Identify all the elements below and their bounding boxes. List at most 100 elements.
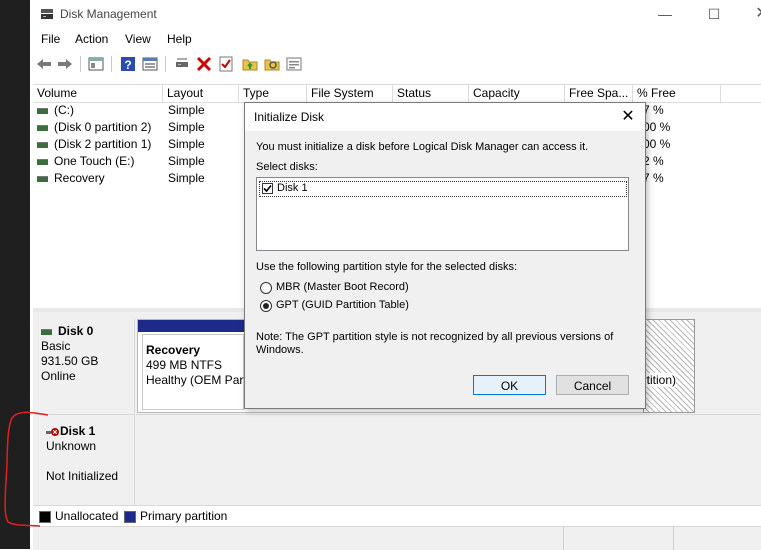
properties-icon[interactable] <box>141 55 159 73</box>
column-type[interactable]: Type <box>239 85 307 102</box>
console-tree-icon[interactable] <box>87 55 105 73</box>
red-annotation-bracket <box>4 411 49 527</box>
primary-partition-swatch <box>124 511 136 523</box>
disk-0-name: Disk 0 <box>58 324 94 338</box>
legend: Unallocated Primary partition <box>33 505 761 526</box>
volume-percent-free: 7 % <box>643 171 664 185</box>
svg-text:?: ? <box>124 58 131 72</box>
mbr-label: MBR (Master Boot Record) <box>276 281 409 293</box>
volume-percent-free: 7 % <box>643 103 664 117</box>
column-free-space[interactable]: Free Spa... <box>565 85 633 102</box>
forward-arrow-icon[interactable] <box>56 55 74 73</box>
checkmark-icon <box>263 184 272 193</box>
column-status[interactable]: Status <box>393 85 469 102</box>
title-bar[interactable]: Disk Management — ☐ ✕ <box>31 0 761 28</box>
disk-0-state: Online <box>41 369 76 383</box>
volume-list-header: Volume Layout Type File System Status Ca… <box>33 84 761 103</box>
back-arrow-icon[interactable] <box>35 55 53 73</box>
disk-0-header[interactable]: Disk 0 Basic 931.50 GB Online <box>35 319 135 413</box>
gpt-note-line2: Windows. <box>256 344 304 356</box>
column-volume[interactable]: Volume <box>33 85 163 102</box>
menu-file[interactable]: File <box>41 32 60 46</box>
menu-action[interactable]: Action <box>75 32 108 46</box>
disk-1-area <box>136 414 761 505</box>
mbr-radio[interactable] <box>260 282 272 294</box>
partition-size: 499 MB NTFS <box>146 358 223 372</box>
disk-1-checkbox[interactable] <box>262 183 273 194</box>
open-folder-icon[interactable] <box>241 55 259 73</box>
delete-icon[interactable] <box>195 55 213 73</box>
column-percent-free[interactable]: % Free <box>633 85 721 102</box>
volume-layout: Simple <box>168 120 205 134</box>
disk-management-window: Disk Management — ☐ ✕ File Action View H… <box>31 0 761 550</box>
initialize-disk-dialog: Initialize Disk ✕ You must initialize a … <box>244 102 646 409</box>
disk-0-size: 931.50 GB <box>41 354 99 368</box>
disk-0-type: Basic <box>41 339 71 353</box>
menu-view[interactable]: View <box>125 32 151 46</box>
legend-unallocated: Unallocated <box>55 509 119 523</box>
disks-listbox[interactable]: Disk 1 <box>256 177 629 251</box>
dialog-message: You must initialize a disk before Logica… <box>256 141 589 153</box>
volume-icon <box>37 175 48 182</box>
volume-layout: Simple <box>168 103 205 117</box>
gpt-note-line1: Note: The GPT partition style is not rec… <box>256 331 614 343</box>
column-file-system[interactable]: File System <box>307 85 393 102</box>
volume-name: (Disk 0 partition 2) <box>54 120 152 134</box>
volume-layout: Simple <box>168 171 205 185</box>
table-row[interactable]: One Touch (E:) <box>37 154 134 171</box>
menu-help[interactable]: Help <box>167 32 192 46</box>
dialog-close-button[interactable]: ✕ <box>618 107 638 127</box>
search-folder-icon[interactable] <box>263 55 281 73</box>
status-separator <box>563 527 564 550</box>
disk-icon <box>41 328 52 335</box>
minimize-button[interactable]: — <box>653 4 677 24</box>
volume-icon <box>37 158 48 165</box>
partition-name: Recovery <box>146 343 201 357</box>
window-title: Disk Management <box>60 7 157 21</box>
dialog-title-bar[interactable]: Initialize Disk ✕ <box>245 103 645 131</box>
status-separator <box>673 527 674 550</box>
toolbar-separator <box>165 56 166 72</box>
volume-icon <box>37 141 48 148</box>
table-row[interactable]: Recovery <box>37 171 105 188</box>
gpt-label: GPT (GUID Partition Table) <box>276 299 409 311</box>
cancel-button[interactable]: Cancel <box>556 375 629 395</box>
select-disks-label: Select disks: <box>256 161 318 173</box>
volume-name: (Disk 2 partition 1) <box>54 137 152 151</box>
volume-icon <box>37 124 48 131</box>
volume-percent-free: 2 % <box>643 154 664 168</box>
maximize-button[interactable]: ☐ <box>702 4 726 24</box>
column-capacity[interactable]: Capacity <box>469 85 565 102</box>
disk-item-label: Disk 1 <box>277 182 308 194</box>
disk-management-app-icon <box>41 9 53 19</box>
volume-percent-free: 00 % <box>643 137 671 151</box>
volume-layout: Simple <box>168 154 205 168</box>
check-properties-icon[interactable] <box>217 55 235 73</box>
table-row[interactable]: (C:) <box>37 103 74 120</box>
volume-name: Recovery <box>54 171 105 185</box>
dialog-title: Initialize Disk <box>254 110 325 124</box>
column-layout[interactable]: Layout <box>163 85 239 102</box>
volume-icon <box>37 107 48 114</box>
toolbar: ? <box>31 52 761 76</box>
volume-name: One Touch (E:) <box>54 154 135 168</box>
radio-selected-dot <box>263 303 269 309</box>
close-button[interactable]: ✕ <box>750 4 761 24</box>
table-row[interactable]: (Disk 0 partition 2) <box>37 120 151 137</box>
list-view-icon[interactable] <box>285 55 303 73</box>
partition-hatched-selected[interactable]: artition) <box>636 319 695 413</box>
toolbar-separator <box>80 56 81 72</box>
gpt-radio[interactable] <box>260 300 272 312</box>
disk-list-item[interactable]: Disk 1 <box>259 181 627 197</box>
status-bar <box>33 526 761 550</box>
disk-1-name: Disk 1 <box>60 424 96 438</box>
partition-status: Healthy (OEM Parti <box>146 373 250 387</box>
partition-style-label: Use the following partition style for th… <box>256 261 518 273</box>
help-icon[interactable]: ? <box>119 55 137 73</box>
connect-disk-icon[interactable] <box>173 55 191 73</box>
volume-percent-free: 00 % <box>643 120 671 134</box>
recovery-partition[interactable]: Recovery 499 MB NTFS Healthy (OEM Parti <box>142 334 249 410</box>
menu-bar: File Action View Help <box>31 30 761 50</box>
table-row[interactable]: (Disk 2 partition 1) <box>37 137 151 154</box>
ok-button[interactable]: OK <box>473 375 546 395</box>
